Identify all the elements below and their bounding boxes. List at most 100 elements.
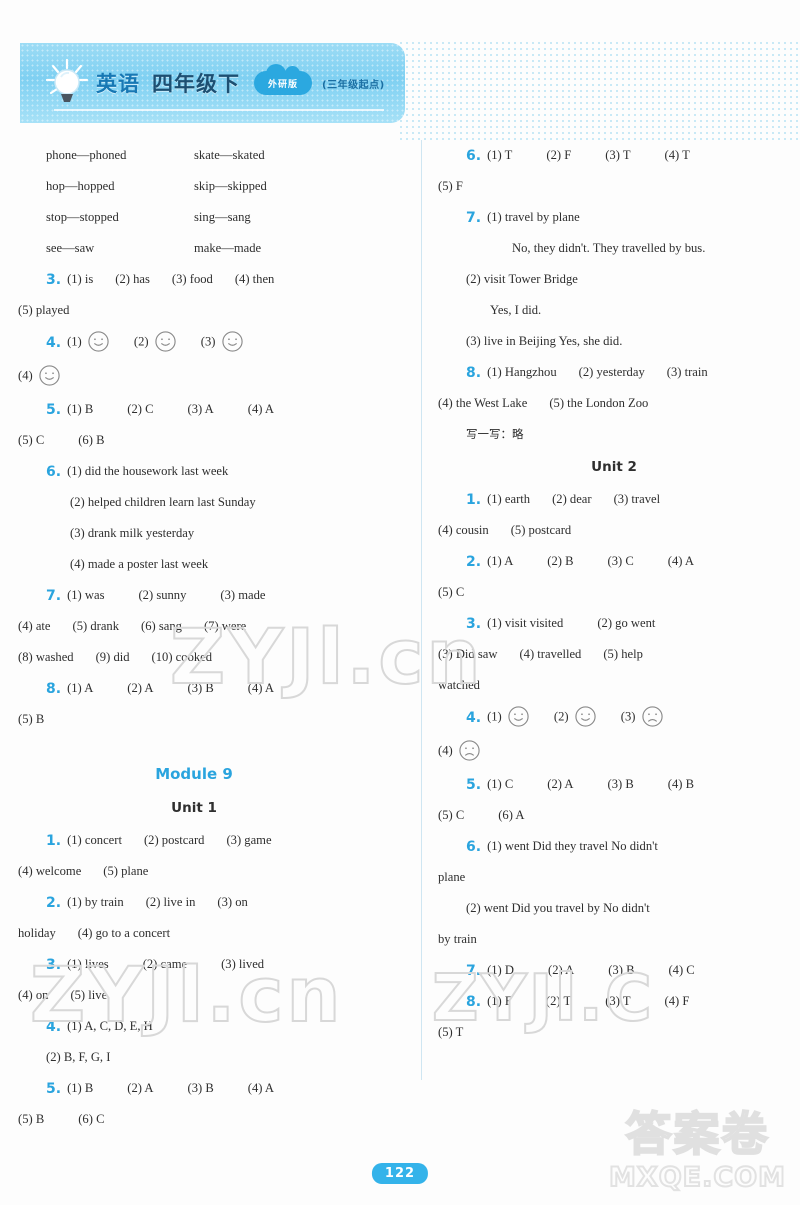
item-number: 3. [46, 271, 62, 288]
answer-item-3b: 3. (1) lives (2) came (3) lived [18, 949, 370, 980]
answer-part: (2) B [547, 554, 574, 569]
answer-continuation: (4) on (5) live [18, 980, 370, 1011]
answer-item-5: 5. (1) B (2) C (3) A (4) A [18, 394, 370, 425]
verb-pair-a: see—saw [46, 241, 95, 256]
answer-continuation: (8) washed (9) did (10) cooked [18, 642, 370, 673]
answer-part: plane [438, 870, 466, 885]
answer-part: (1) B [67, 402, 94, 417]
answer-part: (2) live in [145, 895, 196, 910]
answer-continuation: (4) the West Lake (5) the London Zoo [438, 388, 790, 419]
answer-part: (4) on [18, 988, 49, 1003]
publisher-watermark-en: MXQE.COM [608, 1161, 786, 1194]
answer-continuation: (2) visit Tower Bridge [438, 264, 790, 295]
publisher-badge: 外研版 [254, 64, 312, 95]
answer-part: (3) lived [221, 957, 265, 972]
edition-note: (三年级起点) [322, 79, 385, 91]
answer-part: (2) A [127, 681, 154, 696]
answer-continuation: (2) B, F, G, I [18, 1042, 370, 1073]
answer-continuation: (5) T [438, 1017, 790, 1048]
answer-part: (2) sunny [138, 588, 187, 603]
answer-item-8: 8. (1) Hangzhou (2) yesterday (3) train [438, 357, 790, 388]
verb-pair-a: stop—stopped [46, 210, 119, 225]
answer-part: (4) T [664, 148, 690, 163]
answer-part: (3) B [607, 777, 634, 792]
answer-continuation: (5) played [18, 295, 370, 326]
answer-part: (5) B [18, 712, 45, 727]
item-number: 6. [466, 838, 482, 855]
answer-continuation: (2) helped children learn last Sunday [18, 487, 370, 518]
answer-part: (1) C [487, 777, 514, 792]
grade-label: 四年级下 [152, 72, 240, 96]
answer-part: (2) postcard [143, 833, 205, 848]
answer-part: (4) F [664, 994, 690, 1009]
answer-part: (5) C [438, 585, 465, 600]
unit-heading: Unit 2 [591, 459, 637, 475]
answer-continuation: (5) C [438, 577, 790, 608]
answer-part: (3) drank milk yesterday [70, 526, 195, 541]
answer-part: (4) made a poster last week [70, 557, 209, 572]
answer-part: (1) D [487, 963, 514, 978]
answer-part: (3) live in Beijing Yes, she did. [466, 334, 623, 349]
verb-pair-a: hop—hopped [46, 179, 115, 194]
answer-part: (2) A [547, 777, 574, 792]
answer-part: (5) drank [72, 619, 120, 634]
answer-part: (9) did [95, 650, 130, 665]
answer-continuation: by train [438, 924, 790, 955]
answer-part: (4) A [247, 681, 274, 696]
verb-pair-b: skip—skipped [194, 179, 267, 194]
answer-part: (4) A [247, 402, 274, 417]
right-column: 6. (1) T (2) F (3) T (4) T (5) F 7. (1) … [438, 140, 790, 1048]
answer-label: (3) [200, 334, 216, 349]
face-answer: (1) [67, 330, 112, 356]
item-number: 4. [46, 1018, 62, 1035]
header-underline [54, 109, 384, 111]
answer-item-3: 3. (1) is (2) has (3) food (4) then [18, 264, 370, 295]
answer-continuation: (5) C (6) A [438, 800, 790, 831]
left-column: phone—phoned skate—skated hop—hopped ski… [18, 140, 370, 1135]
answer-part: (5) postcard [510, 523, 572, 538]
face-answer: (2) [134, 330, 179, 356]
answer-part: (3) on [217, 895, 248, 910]
answer-item-7: 7. (1) travel by plane [438, 202, 790, 233]
answer-continuation: (4) [438, 735, 790, 769]
answer-continuation: No, they didn't. They travelled by bus. [438, 233, 790, 264]
answer-part: (2) dear [552, 492, 592, 507]
item-number: 5. [46, 401, 62, 418]
face-answer: (1) [487, 705, 532, 731]
face-answer: (4) [438, 739, 483, 765]
answer-label: (3) [620, 709, 636, 724]
answer-item-5: 5. (1) C (2) A (3) B (4) B [438, 769, 790, 800]
answer-part: (10) cooked [151, 650, 213, 665]
sad-face-icon [458, 739, 481, 765]
answer-item-2: 2. (1) A (2) B (3) C (4) A [438, 546, 790, 577]
write-exercise-note: 写一写：略 [438, 419, 790, 450]
answer-continuation: holiday (4) go to a concert [18, 918, 370, 949]
item-number: 4. [46, 335, 62, 351]
answer-part: (6) A [498, 808, 525, 823]
answer-part: (1) by train [67, 895, 124, 910]
item-number: 8. [466, 993, 482, 1010]
answer-continuation: (5) B [18, 704, 370, 735]
item-number: 5. [466, 776, 482, 793]
publisher-badge-label: 外研版 [267, 79, 298, 90]
smiley-face-icon [507, 705, 530, 731]
answer-part: (3) train [666, 365, 708, 380]
answer-key-page: 英语 四年级下 外研版 (三年级起点) phone—phoned skate—s… [0, 0, 800, 1205]
answer-part: holiday [18, 926, 56, 941]
verb-pair-row: stop—stopped sing—sang [18, 202, 370, 233]
answer-part: (2) went Did you travel by No didn't [466, 901, 650, 916]
smiley-face-icon [154, 330, 177, 356]
answer-item-7b: 7. (1) D (2) A (3) B (4) C [438, 955, 790, 986]
answer-part: (2) has [115, 272, 150, 287]
answer-part: (2) came [142, 957, 188, 972]
answer-part: (3) A [187, 402, 214, 417]
answer-part: (1) A, C, D, E, H [67, 1019, 153, 1034]
answer-part: (6) B [78, 433, 105, 448]
subject-label: 英语 [96, 72, 140, 96]
answer-item-8b: 8. (1) F (2) T (3) T (4) F [438, 986, 790, 1017]
answer-part: (4) travelled [519, 647, 582, 662]
answer-part: (4) A [667, 554, 694, 569]
answer-item-3: 3. (1) visit visited (2) go went [438, 608, 790, 639]
answer-part: No, they didn't. They travelled by bus. [512, 241, 706, 256]
item-number: 8. [466, 364, 482, 381]
